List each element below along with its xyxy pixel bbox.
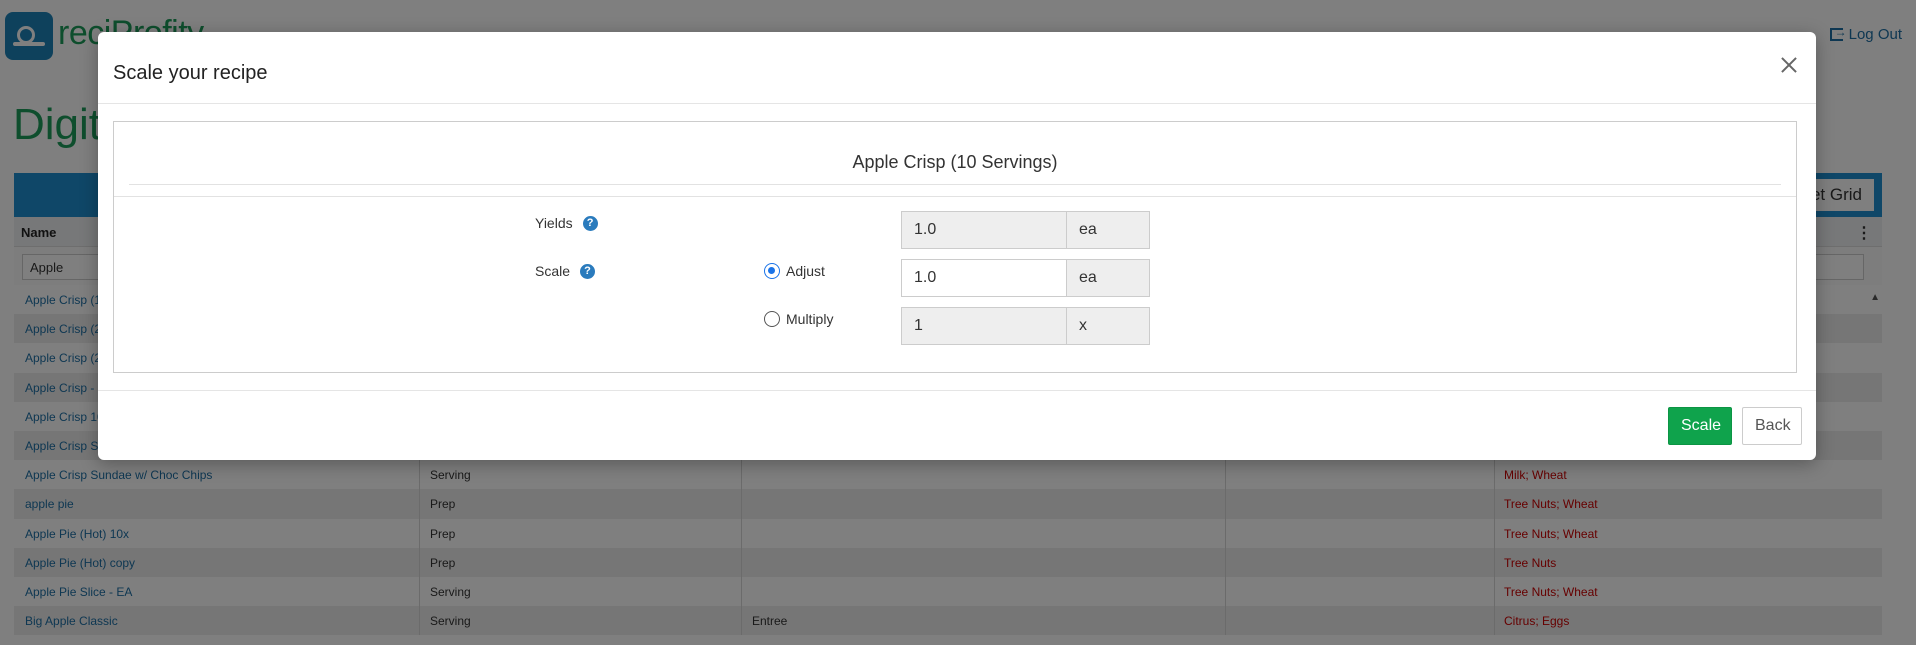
scale-label: Scale bbox=[535, 263, 571, 279]
multiply-radio-label[interactable]: Multiply bbox=[786, 311, 833, 327]
adjust-radio-icon[interactable] bbox=[764, 263, 780, 279]
yields-field: ea bbox=[901, 211, 1150, 249]
scale-recipe-modal: Scale your recipe Apple Crisp (10 Servin… bbox=[98, 32, 1816, 460]
multiply-value-input[interactable] bbox=[902, 308, 1067, 344]
yields-help-icon[interactable]: ? bbox=[582, 215, 598, 231]
multiply-radio-option[interactable]: Multiply bbox=[764, 311, 833, 327]
adjust-field: ea bbox=[901, 259, 1150, 297]
modal-footer: Scale Back bbox=[98, 390, 1816, 460]
yields-value-input bbox=[902, 212, 1067, 248]
title-divider bbox=[129, 184, 1781, 185]
adjust-radio-option[interactable]: Adjust bbox=[764, 263, 825, 279]
scale-help-icon[interactable]: ? bbox=[580, 263, 596, 279]
scale-button[interactable]: Scale bbox=[1668, 407, 1732, 445]
modal-header: Scale your recipe bbox=[98, 32, 1816, 104]
recipe-title: Apple Crisp (10 Servings) bbox=[852, 152, 1058, 172]
back-button[interactable]: Back bbox=[1742, 407, 1802, 445]
scale-label-group: Scale ? bbox=[535, 263, 596, 279]
modal-title: Scale your recipe bbox=[113, 62, 268, 84]
yields-unit: ea bbox=[1067, 212, 1149, 248]
multiply-unit: x bbox=[1067, 308, 1149, 344]
close-icon[interactable] bbox=[1778, 54, 1800, 76]
multiply-field: x bbox=[901, 307, 1150, 345]
adjust-radio-label[interactable]: Adjust bbox=[786, 263, 825, 279]
yields-label: Yields bbox=[535, 215, 573, 231]
adjust-value-input[interactable] bbox=[902, 260, 1067, 296]
adjust-unit: ea bbox=[1067, 260, 1149, 296]
scale-form-panel: Apple Crisp (10 Servings) Yields ? ea Sc… bbox=[113, 121, 1797, 373]
yields-label-group: Yields ? bbox=[535, 215, 598, 231]
multiply-radio-icon[interactable] bbox=[764, 311, 780, 327]
section-divider bbox=[114, 196, 1796, 197]
